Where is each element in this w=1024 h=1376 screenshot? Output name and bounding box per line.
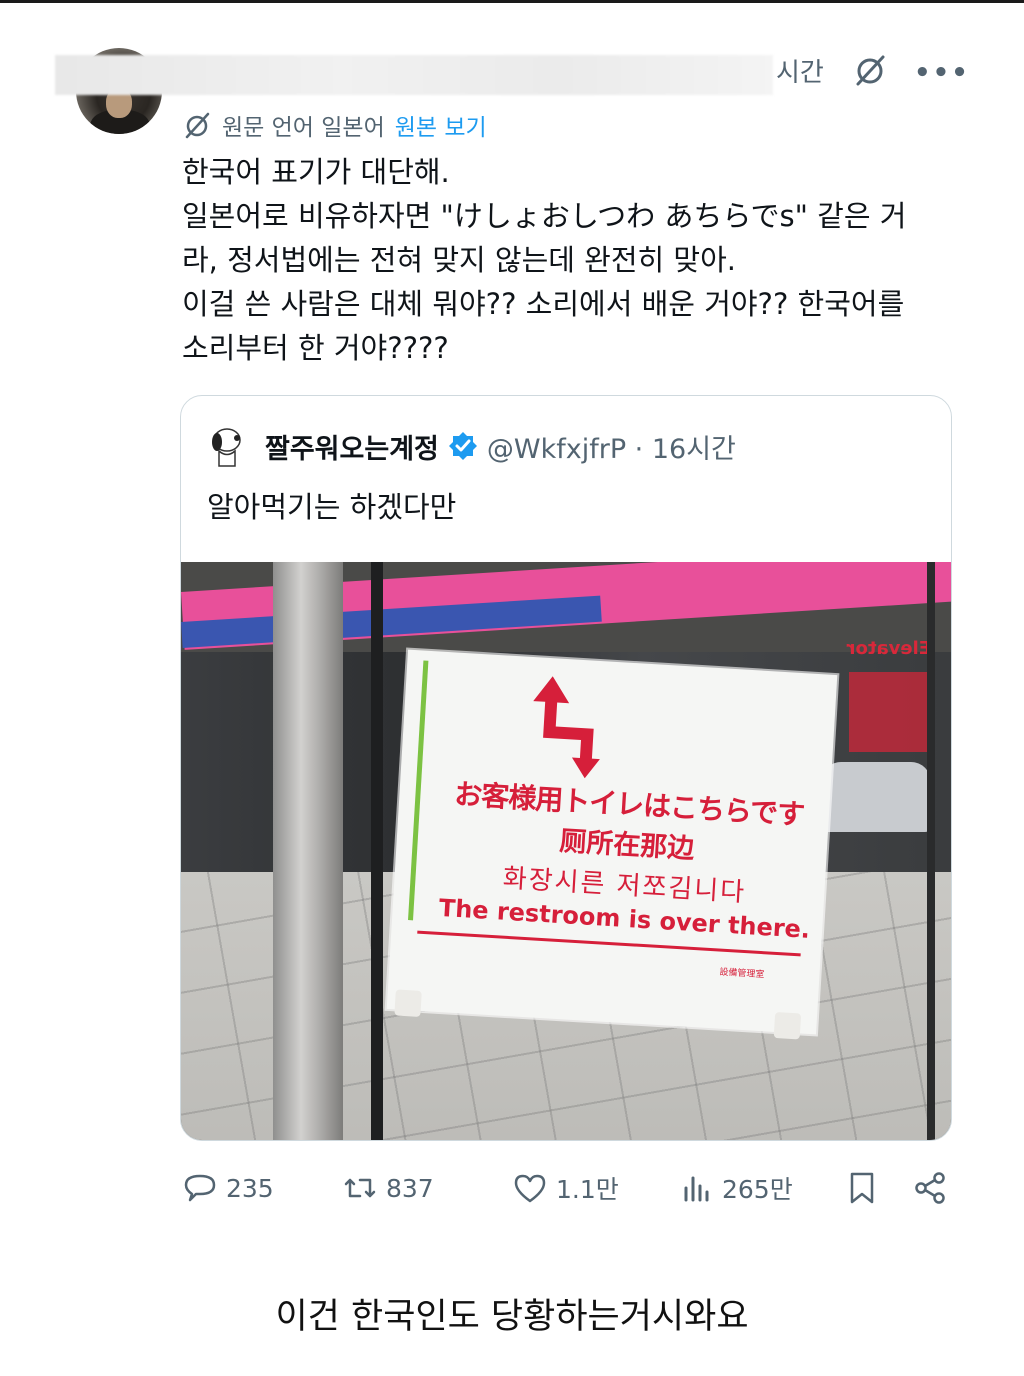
sign-tab [394, 989, 422, 1017]
photo-elevator-sign [849, 672, 933, 752]
quoted-author-name[interactable]: 짤주워오는계정 [265, 427, 439, 466]
views-button[interactable]: 265만 [678, 1166, 793, 1210]
photo-door-frame-right [927, 562, 935, 1140]
bookmark-icon [850, 1172, 874, 1204]
grok-icon[interactable] [852, 52, 888, 88]
quoted-author-handle[interactable]: @WkfxjfrP · 16시간 [487, 427, 736, 466]
post-text-line: 소리부터 한 거야???? [182, 331, 449, 365]
reply-icon [184, 1174, 216, 1202]
photo-door-frame [371, 562, 383, 1140]
translation-row: 원문 언어 일본어 원본 보기 [182, 108, 487, 142]
verified-badge-icon [448, 432, 477, 460]
repost-button[interactable]: 837 [342, 1166, 434, 1210]
action-bar: 235 837 1.1만 265만 [182, 1166, 952, 1210]
post-time[interactable]: 시간 [776, 52, 824, 89]
post-text-line: 한국어 표기가 대단해. [182, 155, 450, 189]
photo-pillar [273, 562, 343, 1140]
bookmark-button[interactable] [844, 1166, 880, 1210]
share-icon [915, 1172, 945, 1204]
share-button[interactable] [912, 1166, 948, 1210]
photo-car [821, 762, 931, 832]
quoted-header: 짤주워오는계정 @WkfxjfrP · 16시간 [207, 424, 736, 468]
caption-text: 이건 한국인도 당황하는거시와요 [275, 1297, 749, 1337]
translation-language: 원문 언어 일본어 [222, 115, 385, 141]
quoted-text: 알아먹기는 하겠다만 [207, 490, 457, 524]
view-original-link[interactable]: 원본 보기 [395, 108, 487, 142]
top-border [0, 0, 1024, 3]
like-button[interactable]: 1.1만 [512, 1166, 619, 1210]
more-icon[interactable]: ••• [914, 58, 970, 88]
reply-count: 235 [226, 1173, 274, 1203]
like-count: 1.1만 [556, 1175, 619, 1204]
reply-button[interactable]: 235 [182, 1166, 274, 1210]
bar-chart-icon [684, 1176, 709, 1202]
arrow-up-icon [533, 676, 600, 779]
post-text-line: 이걸 쓴 사람은 대체 뭐야?? 소리에서 배운 거야?? 한국어를 [182, 287, 905, 321]
post-text-line: 일본어로 비유하자면 "けしょおしつわ あちらでs" 같은 거 [182, 199, 907, 233]
post-text-line: 라, 정서법에는 전혀 맞지 않는데 완전히 맞아. [182, 243, 736, 277]
heart-icon [514, 1174, 546, 1203]
snoopy-avatar-icon[interactable] [207, 424, 247, 468]
repost-count: 837 [386, 1173, 434, 1203]
grok-icon [185, 112, 210, 139]
redacted-username [55, 55, 773, 95]
sign-tab [773, 1011, 802, 1040]
photo-elevator-text: Elevator [846, 638, 931, 659]
quoted-photo[interactable]: Elevator お客様用トイレはこちらです 厕所在那边 화장시른 저쪼김니다 … [181, 562, 951, 1140]
repost-icon [344, 1178, 376, 1198]
restroom-sign: お客様用トイレはこちらです 厕所在那边 화장시른 저쪼김니다 The restr… [386, 649, 838, 1040]
quoted-post[interactable]: 짤주워오는계정 @WkfxjfrP · 16시간 알아먹기는 하겠다만 Elev… [180, 395, 952, 1141]
post-text: 한국어 표기가 대단해. 일본어로 비유하자면 "けしょおしつわ あちらでs" … [182, 150, 962, 370]
views-count: 265만 [722, 1175, 793, 1204]
sign-footer: 設備管理室 [719, 967, 765, 981]
